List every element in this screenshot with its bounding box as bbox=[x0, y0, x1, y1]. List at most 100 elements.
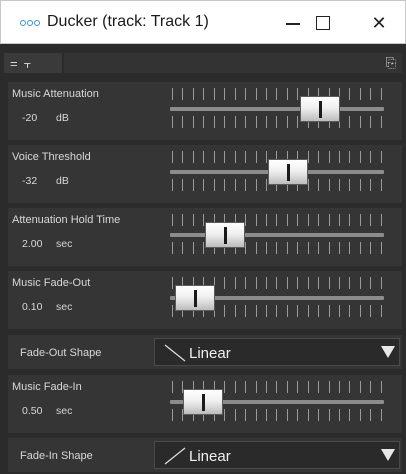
tick-mark bbox=[359, 88, 361, 100]
tick-mark bbox=[172, 242, 173, 254]
tick-mark bbox=[328, 277, 330, 289]
tick-mark bbox=[172, 214, 173, 226]
music-attenuation-slider[interactable] bbox=[164, 86, 390, 136]
tick-mark bbox=[286, 214, 288, 226]
attenuation-hold-time-slider[interactable] bbox=[164, 212, 390, 262]
tick-mark bbox=[370, 214, 372, 226]
slider-ticks bbox=[164, 116, 390, 128]
param-attenuation-hold-time: Attenuation Hold Time 2.00 sec bbox=[8, 208, 402, 266]
fade-out-shape-row: Fade-Out Shape Linear bbox=[8, 335, 402, 369]
fade-out-shape-dropdown[interactable]: Linear bbox=[154, 338, 400, 366]
tick-mark bbox=[307, 214, 309, 226]
tick-mark bbox=[265, 88, 267, 100]
tick-mark bbox=[172, 179, 173, 191]
tick-mark bbox=[286, 409, 288, 421]
tick-mark bbox=[172, 88, 173, 100]
tick-mark bbox=[203, 116, 205, 128]
fade-in-shape-label: Fade-In Shape bbox=[20, 450, 93, 462]
param-value[interactable]: 0.10 bbox=[22, 301, 42, 313]
tick-mark bbox=[297, 381, 299, 393]
tick-mark bbox=[255, 277, 257, 289]
slider-thumb[interactable] bbox=[300, 96, 340, 122]
param-music-attenuation: Music Attenuation -20 dB bbox=[8, 82, 402, 140]
close-icon: ✕ bbox=[371, 12, 387, 33]
tick-mark bbox=[192, 179, 194, 191]
tick-mark bbox=[213, 88, 215, 100]
dropdown-value: Linear bbox=[189, 448, 231, 465]
tick-mark bbox=[359, 409, 361, 421]
tick-mark bbox=[328, 151, 330, 163]
tick-mark bbox=[255, 214, 257, 226]
tick-mark bbox=[224, 409, 226, 421]
tick-mark bbox=[245, 179, 247, 191]
tick-mark bbox=[192, 151, 194, 163]
maximize-button[interactable] bbox=[299, 1, 347, 45]
slider-track[interactable] bbox=[170, 233, 384, 237]
tick-mark bbox=[182, 116, 184, 128]
tick-mark bbox=[192, 242, 194, 254]
voice-threshold-slider[interactable] bbox=[164, 149, 390, 199]
music-fade-in-slider[interactable] bbox=[164, 379, 390, 429]
tick-mark bbox=[349, 116, 351, 128]
tick-mark bbox=[276, 242, 278, 254]
slider-thumb[interactable] bbox=[175, 285, 215, 311]
fade-out-shape-label: Fade-Out Shape bbox=[20, 347, 102, 359]
param-music-fade-out: Music Fade-Out 0.10 sec bbox=[8, 271, 402, 329]
tick-mark bbox=[286, 88, 288, 100]
tick-mark bbox=[234, 409, 236, 421]
preset-icon[interactable]: ⎘ bbox=[386, 55, 396, 71]
tick-mark bbox=[339, 381, 340, 393]
tick-mark bbox=[255, 88, 257, 100]
param-unit: sec bbox=[56, 238, 73, 250]
ooo-logo-icon bbox=[17, 13, 43, 33]
tick-mark bbox=[380, 88, 382, 100]
tick-mark bbox=[276, 88, 278, 100]
tick-mark bbox=[255, 381, 257, 393]
fade-in-shape-row: Fade-In Shape Linear bbox=[8, 438, 402, 472]
tick-mark bbox=[370, 88, 372, 100]
tick-mark bbox=[265, 151, 267, 163]
tick-mark bbox=[286, 381, 288, 393]
tick-mark bbox=[245, 151, 247, 163]
tick-mark bbox=[380, 242, 382, 254]
tick-mark bbox=[339, 409, 340, 421]
tick-mark bbox=[297, 277, 299, 289]
tick-mark bbox=[265, 305, 267, 317]
tick-mark bbox=[172, 305, 173, 317]
tick-mark bbox=[245, 305, 247, 317]
param-unit: sec bbox=[56, 405, 73, 417]
param-value[interactable]: -20 bbox=[22, 112, 37, 124]
tick-mark bbox=[370, 409, 372, 421]
tick-mark bbox=[297, 116, 299, 128]
tick-mark bbox=[297, 88, 299, 100]
slider-ticks bbox=[164, 242, 390, 254]
param-value[interactable]: -32 bbox=[22, 175, 37, 187]
slider-thumb[interactable] bbox=[268, 159, 308, 185]
tick-mark bbox=[265, 116, 267, 128]
tick-mark bbox=[297, 305, 299, 317]
tick-mark bbox=[286, 277, 288, 289]
tick-mark bbox=[255, 305, 257, 317]
tick-mark bbox=[224, 381, 226, 393]
tick-mark bbox=[380, 179, 382, 191]
slider-thumb[interactable] bbox=[183, 389, 223, 415]
tick-mark bbox=[318, 179, 320, 191]
tick-mark bbox=[286, 305, 288, 317]
preset-bar[interactable]: ⎘ bbox=[64, 53, 402, 73]
tick-mark bbox=[307, 381, 309, 393]
slider-thumb[interactable] bbox=[205, 222, 245, 248]
param-value[interactable]: 0.50 bbox=[22, 405, 42, 417]
tick-mark bbox=[380, 151, 382, 163]
tick-mark bbox=[265, 242, 267, 254]
dropdown-arrow-icon bbox=[381, 346, 395, 358]
tick-mark bbox=[349, 179, 351, 191]
slider-track[interactable] bbox=[170, 107, 384, 111]
param-unit: dB bbox=[56, 175, 69, 187]
fade-in-shape-dropdown[interactable]: Linear bbox=[154, 441, 400, 469]
plugin-toolbar: = ⫟ ⎘ bbox=[0, 52, 406, 74]
param-value[interactable]: 2.00 bbox=[22, 238, 42, 250]
close-button[interactable]: ✕ bbox=[355, 1, 403, 45]
pin-icon[interactable]: ⫟ bbox=[24, 57, 32, 70]
menu-icon[interactable]: = bbox=[10, 57, 18, 70]
music-fade-out-slider[interactable] bbox=[164, 275, 390, 325]
